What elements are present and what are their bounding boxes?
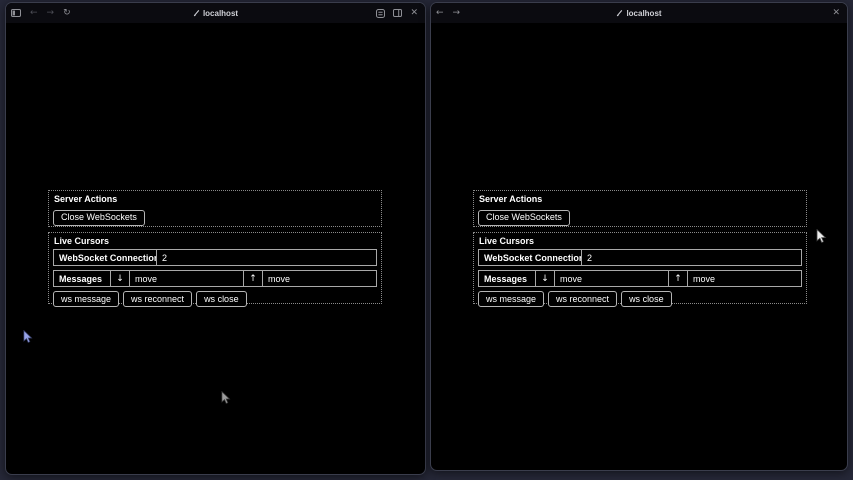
forward-icon[interactable]: → [453, 9, 461, 18]
ws-button-row: ws message ws reconnect ws close [53, 291, 377, 307]
messages-table: Messages ↓ move ↑ move [478, 270, 802, 287]
messages-label: Messages [54, 271, 111, 287]
panel-legend: Server Actions [479, 194, 802, 204]
titlebar-left-controls: ← → ↻ [11, 9, 71, 18]
page-content: Server Actions Close WebSockets Live Cur… [431, 23, 847, 470]
sent-arrow-icon: ↑ [669, 271, 688, 287]
table-row: Messages ↓ move ↑ move [54, 271, 377, 287]
address-title: localhost [616, 9, 661, 18]
messages-label: Messages [479, 271, 536, 287]
messages-table: Messages ↓ move ↑ move [53, 270, 377, 287]
panel-legend: Live Cursors [479, 236, 802, 246]
table-row: Messages ↓ move ↑ move [479, 271, 802, 287]
connections-table: WebSocket Connections 2 [53, 249, 377, 266]
page-content: Server Actions Close WebSockets Live Cur… [6, 23, 425, 474]
browser-window-right: ← → localhost ✕ Server Actions Close Web… [430, 2, 848, 471]
panel-legend: Server Actions [54, 194, 377, 204]
forward-icon[interactable]: → [47, 9, 55, 18]
connections-label: WebSocket Connections [54, 250, 157, 266]
close-icon[interactable]: ✕ [832, 9, 840, 18]
ws-close-button[interactable]: ws close [621, 291, 672, 307]
close-websockets-button[interactable]: Close WebSockets [53, 210, 145, 226]
live-cursors-panel: Live Cursors WebSocket Connections 2 Mes… [48, 232, 382, 304]
page-title: localhost [203, 9, 238, 18]
ws-message-button[interactable]: ws message [478, 291, 544, 307]
back-icon[interactable]: ← [436, 9, 444, 18]
link-icon [616, 9, 623, 17]
browser-window-left: ← → ↻ localhost [5, 2, 426, 475]
close-icon[interactable]: ✕ [410, 9, 418, 18]
panel-legend: Live Cursors [54, 236, 377, 246]
table-row: WebSocket Connections 2 [54, 250, 377, 266]
titlebar-right-controls: ✕ [832, 9, 840, 18]
sidebar-icon[interactable] [11, 9, 21, 17]
page-title: localhost [626, 9, 661, 18]
sent-arrow-icon: ↑ [244, 271, 263, 287]
ws-button-row: ws message ws reconnect ws close [478, 291, 802, 307]
connections-table: WebSocket Connections 2 [478, 249, 802, 266]
close-websockets-button[interactable]: Close WebSockets [478, 210, 570, 226]
address-title: localhost [193, 9, 238, 18]
reader-list-icon[interactable] [376, 9, 385, 18]
last-received-message: move [130, 271, 244, 287]
connections-label: WebSocket Connections [479, 250, 582, 266]
titlebar[interactable]: ← → ↻ localhost [6, 3, 425, 23]
live-cursors-panel: Live Cursors WebSocket Connections 2 Mes… [473, 232, 807, 304]
ws-close-button[interactable]: ws close [196, 291, 247, 307]
received-arrow-icon: ↓ [536, 271, 555, 287]
titlebar-left-controls: ← → [436, 9, 460, 18]
server-actions-panel: Server Actions Close WebSockets [473, 190, 807, 227]
ws-reconnect-button[interactable]: ws reconnect [548, 291, 617, 307]
server-actions-panel: Server Actions Close WebSockets [48, 190, 382, 227]
ws-reconnect-button[interactable]: ws reconnect [123, 291, 192, 307]
reload-icon[interactable]: ↻ [63, 9, 71, 18]
table-row: WebSocket Connections 2 [479, 250, 802, 266]
titlebar-right-controls: ✕ [376, 9, 418, 18]
split-view-icon[interactable] [393, 9, 402, 17]
titlebar[interactable]: ← → localhost ✕ [431, 3, 847, 23]
last-received-message: move [555, 271, 669, 287]
back-icon[interactable]: ← [30, 9, 38, 18]
link-icon [193, 9, 200, 17]
last-sent-message: move [688, 271, 802, 287]
received-arrow-icon: ↓ [111, 271, 130, 287]
ws-message-button[interactable]: ws message [53, 291, 119, 307]
last-sent-message: move [263, 271, 377, 287]
connections-count: 2 [157, 250, 377, 266]
connections-count: 2 [582, 250, 802, 266]
